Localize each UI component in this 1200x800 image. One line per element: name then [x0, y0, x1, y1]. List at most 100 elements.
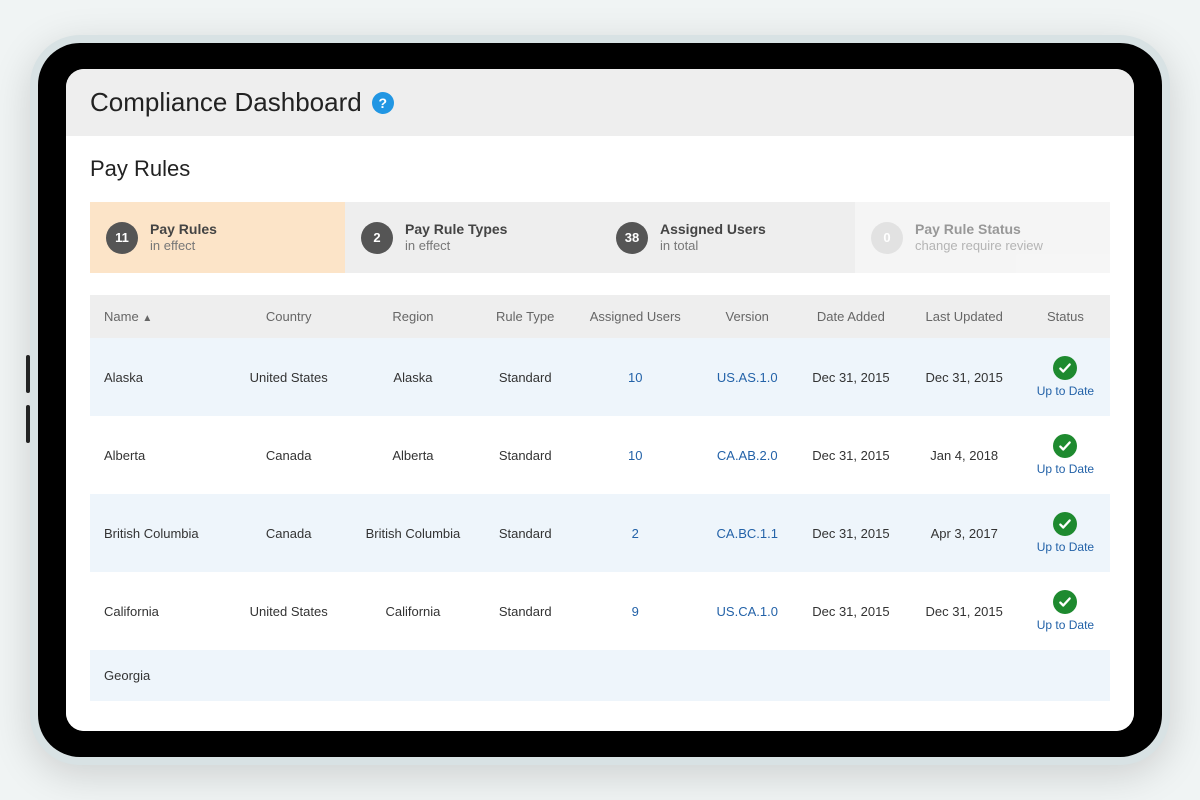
cell-status [1021, 650, 1110, 701]
check-circle-icon [1053, 512, 1077, 536]
page-header: Compliance Dashboard ? [66, 69, 1134, 136]
cell-last-updated: Dec 31, 2015 [908, 572, 1021, 650]
status-cell: Up to Date [1029, 356, 1102, 398]
help-icon[interactable]: ? [372, 92, 394, 114]
table-row[interactable]: CaliforniaUnited StatesCaliforniaStandar… [90, 572, 1110, 650]
cell-date-added: Dec 31, 2015 [794, 494, 907, 572]
stat-text: Assigned Users in total [660, 220, 766, 255]
cell-assigned-users [570, 650, 700, 701]
stat-badge: 0 [871, 222, 903, 254]
stat-badge: 2 [361, 222, 393, 254]
cell-version [700, 650, 794, 701]
cell-assigned-users: 2 [570, 494, 700, 572]
cell-country: United States [232, 338, 346, 416]
table-body: AlaskaUnited StatesAlaskaStandard10US.AS… [90, 338, 1110, 701]
check-circle-icon [1053, 434, 1077, 458]
section-title: Pay Rules [90, 156, 1110, 182]
stat-sub: in total [660, 238, 766, 255]
stat-badge: 11 [106, 222, 138, 254]
cell-country: Canada [232, 494, 346, 572]
cell-region: British Columbia [346, 494, 480, 572]
col-assigned-users[interactable]: Assigned Users [570, 295, 700, 338]
stat-title: Pay Rule Status [915, 220, 1043, 238]
pay-rules-table: Name ▲ Country Region Rule Type Assigned… [90, 295, 1110, 701]
cell-name: British Columbia [90, 494, 232, 572]
stat-sub: in effect [150, 238, 217, 255]
col-region[interactable]: Region [346, 295, 480, 338]
tablet-bezel: Compliance Dashboard ? Pay Rules 11 Pay … [38, 43, 1162, 757]
stat-text: Pay Rule Types in effect [405, 220, 507, 255]
cell-name: Alberta [90, 416, 232, 494]
stat-card-pay-rule-status[interactable]: 0 Pay Rule Status change require review [855, 202, 1110, 273]
table-row[interactable]: AlbertaCanadaAlbertaStandard10CA.AB.2.0D… [90, 416, 1110, 494]
screen: Compliance Dashboard ? Pay Rules 11 Pay … [66, 69, 1134, 731]
table-row[interactable]: Georgia [90, 650, 1110, 701]
assigned-users-link[interactable]: 9 [632, 604, 639, 619]
col-status[interactable]: Status [1021, 295, 1110, 338]
check-circle-icon [1053, 356, 1077, 380]
hardware-button [26, 355, 30, 393]
version-link[interactable]: CA.BC.1.1 [717, 526, 778, 541]
col-last-updated[interactable]: Last Updated [908, 295, 1021, 338]
stat-text: Pay Rules in effect [150, 220, 217, 255]
pay-rules-table-wrap: Name ▲ Country Region Rule Type Assigned… [90, 295, 1110, 731]
cell-rule-type: Standard [480, 572, 570, 650]
table-row[interactable]: AlaskaUnited StatesAlaskaStandard10US.AS… [90, 338, 1110, 416]
sort-indicator-icon: ▲ [142, 313, 152, 324]
cell-status: Up to Date [1021, 572, 1110, 650]
cell-rule-type: Standard [480, 494, 570, 572]
cell-country: United States [232, 572, 346, 650]
cell-assigned-users: 10 [570, 338, 700, 416]
version-link[interactable]: US.CA.1.0 [717, 604, 778, 619]
cell-name: Georgia [90, 650, 232, 701]
status-cell: Up to Date [1029, 512, 1102, 554]
cell-date-added: Dec 31, 2015 [794, 572, 907, 650]
cell-region [346, 650, 480, 701]
table-row[interactable]: British ColumbiaCanadaBritish ColumbiaSt… [90, 494, 1110, 572]
version-link[interactable]: US.AS.1.0 [717, 370, 778, 385]
status-text: Up to Date [1037, 462, 1094, 476]
assigned-users-link[interactable]: 10 [628, 370, 642, 385]
cell-date-added: Dec 31, 2015 [794, 416, 907, 494]
hardware-buttons [26, 355, 30, 443]
cell-status: Up to Date [1021, 416, 1110, 494]
stat-cards-row: 11 Pay Rules in effect 2 Pay Rule Types … [90, 202, 1110, 273]
col-country[interactable]: Country [232, 295, 346, 338]
col-version[interactable]: Version [700, 295, 794, 338]
status-cell: Up to Date [1029, 434, 1102, 476]
cell-version: US.CA.1.0 [700, 572, 794, 650]
col-rule-type[interactable]: Rule Type [480, 295, 570, 338]
cell-rule-type: Standard [480, 338, 570, 416]
stat-card-assigned-users[interactable]: 38 Assigned Users in total [600, 202, 855, 273]
page-title: Compliance Dashboard [90, 87, 362, 118]
col-date-added[interactable]: Date Added [794, 295, 907, 338]
stat-text: Pay Rule Status change require review [915, 220, 1043, 255]
cell-version: CA.AB.2.0 [700, 416, 794, 494]
stat-title: Assigned Users [660, 220, 766, 238]
cell-name: Alaska [90, 338, 232, 416]
pay-rules-section: Pay Rules 11 Pay Rules in effect 2 Pay R… [66, 136, 1134, 731]
assigned-users-link[interactable]: 10 [628, 448, 642, 463]
hardware-button [26, 405, 30, 443]
cell-last-updated: Apr 3, 2017 [908, 494, 1021, 572]
cell-version: US.AS.1.0 [700, 338, 794, 416]
cell-status: Up to Date [1021, 338, 1110, 416]
cell-assigned-users: 9 [570, 572, 700, 650]
table-header: Name ▲ Country Region Rule Type Assigned… [90, 295, 1110, 338]
stat-title: Pay Rules [150, 220, 217, 238]
version-link[interactable]: CA.AB.2.0 [717, 448, 778, 463]
stat-card-pay-rules[interactable]: 11 Pay Rules in effect [90, 202, 345, 273]
stat-badge: 38 [616, 222, 648, 254]
cell-rule-type [480, 650, 570, 701]
col-name-label: Name [104, 309, 139, 324]
cell-assigned-users: 10 [570, 416, 700, 494]
cell-region: California [346, 572, 480, 650]
col-name[interactable]: Name ▲ [90, 295, 232, 338]
status-text: Up to Date [1037, 540, 1094, 554]
cell-date-added: Dec 31, 2015 [794, 338, 907, 416]
stat-card-pay-rule-types[interactable]: 2 Pay Rule Types in effect [345, 202, 600, 273]
assigned-users-link[interactable]: 2 [632, 526, 639, 541]
cell-date-added [794, 650, 907, 701]
stat-title: Pay Rule Types [405, 220, 507, 238]
cell-country: Canada [232, 416, 346, 494]
